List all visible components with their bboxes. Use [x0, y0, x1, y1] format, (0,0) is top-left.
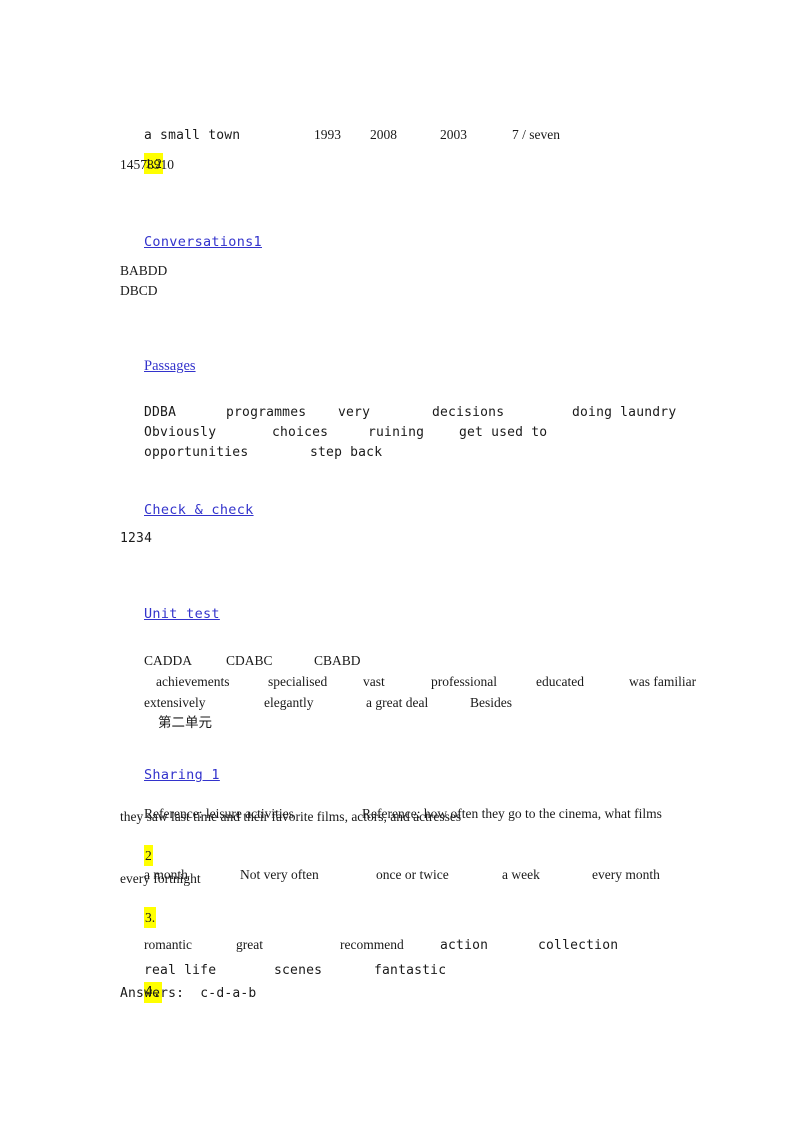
frequency-word-every-month: every month [592, 867, 660, 882]
passages-word-very: very [338, 405, 371, 420]
unit-label-chinese: 第二单元 [158, 715, 212, 731]
unit-test-word-a-great-deal: a great deal [366, 695, 429, 710]
passages-word-get-used-to: get used to [459, 425, 548, 440]
unit-test-answers-row: CADDA CDABC CBABD [120, 632, 720, 668]
unit-test-word-achievements: achievements [156, 674, 230, 689]
unit-test-word-professional: professional [431, 674, 497, 689]
unit-test-word-besides: Besides [470, 695, 512, 710]
passages-word-step-back: step back [310, 445, 383, 460]
section-heading-sharing-1[interactable]: Sharing 1 [144, 765, 220, 785]
sharing-answers-line: Answers: c-d-a-b [120, 986, 257, 1001]
document-content: a small town 1993 2008 2003 7 / seven 1.2 14… [120, 106, 720, 1005]
unit-test-answer-2: CDABC [226, 653, 273, 668]
unit-test-word-vast: vast [363, 674, 385, 689]
passages-word-obviously: Obviously [144, 425, 217, 440]
adjective-word-collection: collection [538, 938, 619, 953]
passages-word-doing-laundry: doing laundry [572, 405, 677, 420]
sharing-frequency-row-1: a month Not very often once or twice a week… [120, 846, 720, 882]
passages-word-choices: choices [272, 425, 329, 440]
unit-test-heading-row: Unit test [120, 586, 720, 622]
frequency-word-a-week: a week [502, 867, 540, 882]
passages-word-ruining: ruining [368, 425, 425, 440]
listening-number: 7 / seven [512, 127, 560, 142]
unit-test-word-was-familiar: was familiar [629, 674, 697, 689]
unit-test-word-specialised: specialised [268, 674, 328, 689]
frequency-word-once-or-twice: once or twice [376, 867, 449, 882]
conversations-heading-row: Conversations1 [120, 214, 720, 250]
section-heading-passages[interactable]: Passages [144, 356, 196, 376]
section-heading-unit-test[interactable]: Unit test [144, 604, 220, 624]
unit-test-word-educated: educated [536, 674, 584, 689]
listening-answer-row: a small town 1993 2008 2003 7 / seven [120, 106, 720, 143]
sharing-reference-line-1: Reference: leisure activities Reference: … [120, 785, 720, 821]
adjective-word-fantastic: fantastic [374, 963, 447, 978]
listening-year-2: 2008 [370, 127, 397, 142]
adjective-word-romantic: romantic [144, 937, 192, 952]
listening-year-1: 1993 [314, 127, 341, 142]
unit-test-answer-3: CBABD [314, 653, 361, 668]
marker-2: 2 [144, 845, 153, 866]
adjective-word-recommend: recommend [340, 937, 404, 952]
unit-test-word-elegantly: elegantly [264, 695, 314, 710]
section-heading-check-and-check[interactable]: Check & check [144, 500, 254, 520]
conversations-answers-line-1: BABDD [120, 263, 168, 278]
passages-line-1: DDBA programmes very decisions doing laundry [120, 384, 720, 420]
marker-3: 3. [144, 907, 157, 928]
marker-2-row: 2 [120, 827, 720, 866]
sharing-adjectives-row-1: romantic great recommend action collection [120, 916, 720, 953]
check-heading-row: Check & check [120, 482, 720, 518]
passages-word-programmes: programmes [226, 405, 307, 420]
marker-3-row: 3. [120, 889, 720, 928]
listening-answer-phrase: a small town [144, 128, 241, 143]
passages-heading-row: Passages [120, 338, 720, 374]
section-heading-conversations[interactable]: Conversations1 [144, 232, 262, 252]
document-page: a small town 1993 2008 2003 7 / seven 1.2 14… [0, 0, 800, 1132]
passages-answers: DDBA [144, 405, 177, 420]
conversations-answers-line-2: DBCD [120, 283, 158, 298]
listening-year-3: 2003 [440, 127, 467, 142]
adjective-word-real-life: real life [144, 963, 217, 978]
passages-word-opportunities: opportunities [144, 445, 249, 460]
adjective-word-great: great [236, 937, 263, 952]
digits-row: 14578910 [120, 157, 174, 172]
passages-word-decisions: decisions [432, 405, 505, 420]
frequency-word-not-very-often: Not very often [240, 867, 319, 882]
adjective-word-action: action [440, 938, 489, 953]
sharing-heading-row: Sharing 1 [120, 747, 720, 783]
adjective-word-scenes: scenes [274, 963, 323, 978]
unit-test-answer-1: CADDA [144, 653, 193, 668]
unit-test-word-extensively: extensively [144, 695, 206, 710]
check-answers: 1234 [120, 531, 153, 546]
